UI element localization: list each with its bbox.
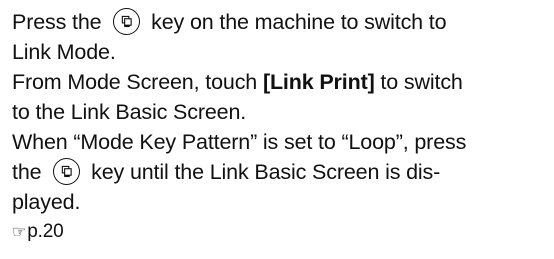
page-reference[interactable]: ☞p.20 [12,217,552,247]
link-print-label: [Link Print] [262,70,375,94]
link-mode-key-icon [113,8,141,35]
link-mode-key-icon [53,158,81,185]
page-reference-label: p.20 [27,221,64,242]
para1-line1: Press the key on the machine to switch t… [12,7,552,37]
para2-line1: From Mode Screen, touch [Link Print] to … [12,67,552,97]
para3-text-after-key: key until the Link Basic Screen is dis- [91,160,441,184]
para1-text-before-key: Press the [12,10,102,34]
instruction-text: Press the key on the machine to switch t… [12,7,552,247]
para2-text-before-bold: From Mode Screen, touch [12,70,263,94]
para2-line2: to the Link Basic Screen. [12,100,247,124]
para3-line3: played. [12,190,81,214]
para3-line2: the key until the Link Basic Screen is d… [12,157,552,187]
para3-line1: When “Mode Key Pattern” is set to “Loop”… [12,130,467,154]
pointing-hand-icon: ☞ [12,224,27,241]
para1-line2: Link Mode. [12,40,116,64]
para3-text-before-key: the [12,160,42,184]
para2-text-after-bold: to switch [374,70,463,94]
para1-text-after-key: key on the machine to switch to [151,10,447,34]
